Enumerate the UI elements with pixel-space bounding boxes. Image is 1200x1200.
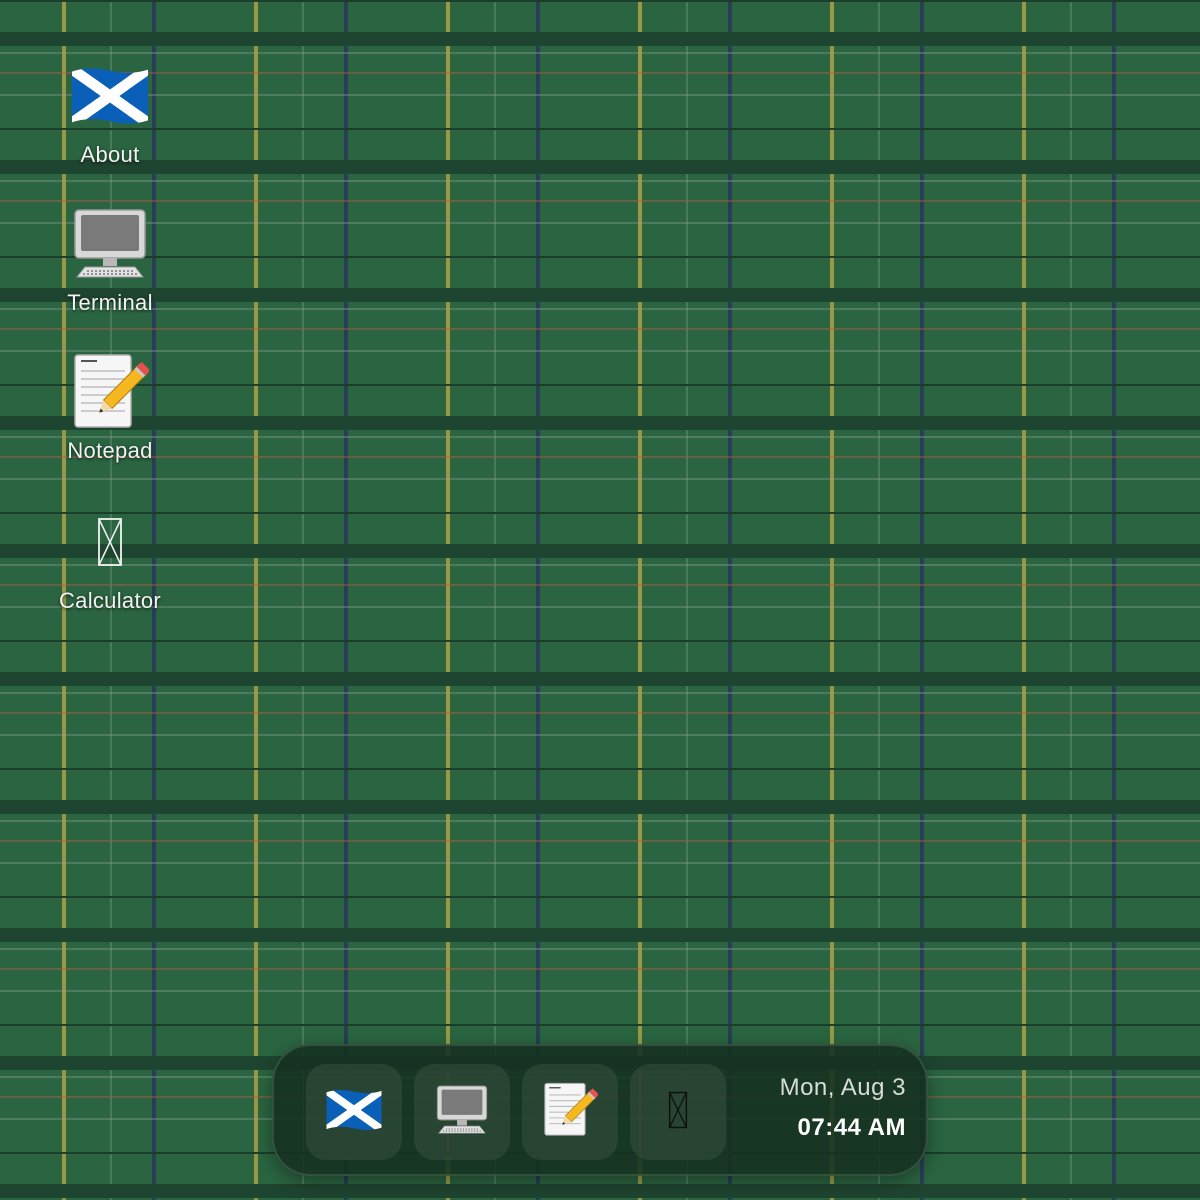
desktop-icon-calculator[interactable]: Calculator <box>40 502 180 642</box>
desktop-icon-notepad[interactable]: Notepad <box>40 352 180 492</box>
desktop-icon-label: Terminal <box>67 290 153 315</box>
taskbar-clock[interactable]: Mon, Aug 3 07:44 AM <box>744 1074 906 1142</box>
desktop-icon-terminal[interactable]: Terminal <box>40 204 180 344</box>
notepad-pencil-icon <box>542 1082 599 1143</box>
clock-date: Mon, Aug 3 <box>779 1074 906 1101</box>
desktop-icon-label: About <box>80 142 140 167</box>
missing-glyph-icon <box>668 1091 688 1134</box>
desktop-icon-about[interactable]: About <box>40 56 180 196</box>
taskbar-about-button[interactable] <box>306 1064 402 1160</box>
taskbar-terminal-button[interactable] <box>414 1064 510 1160</box>
computer-monitor-icon <box>436 1085 488 1140</box>
missing-glyph-icon <box>70 502 150 582</box>
computer-monitor-icon <box>70 204 150 284</box>
scotland-flag-icon <box>70 56 150 136</box>
desktop-icon-label: Calculator <box>58 588 162 613</box>
taskbar-calculator-button[interactable] <box>630 1064 726 1160</box>
desktop: About Terminal Notepad Calculator Mon, A… <box>0 0 1200 1200</box>
taskbar: Mon, Aug 3 07:44 AM <box>272 1044 928 1176</box>
clock-time: 07:44 AM <box>797 1114 906 1141</box>
notepad-pencil-icon <box>70 352 150 432</box>
taskbar-notepad-button[interactable] <box>522 1064 618 1160</box>
desktop-icon-label: Notepad <box>67 438 153 463</box>
scotland-flag-icon <box>325 1088 383 1137</box>
